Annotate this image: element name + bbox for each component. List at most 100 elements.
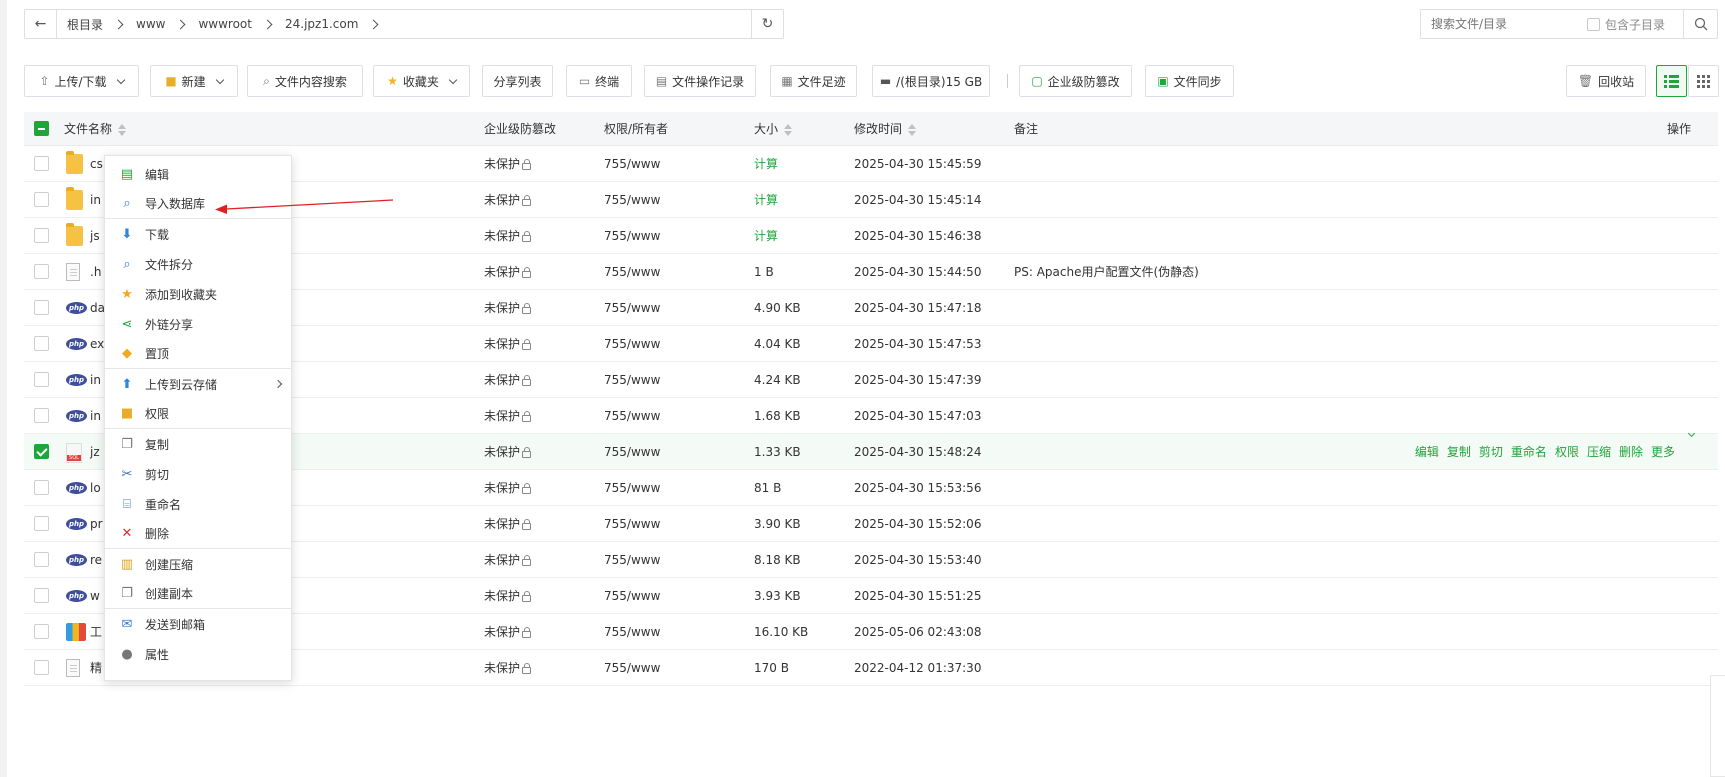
back-button[interactable]: ← [25, 10, 57, 38]
menu-item-0[interactable]: ▤ 编辑 [105, 159, 291, 189]
menu-item-2[interactable]: ⬇ 下载 [105, 219, 291, 249]
row-checkbox[interactable] [34, 588, 49, 603]
file-name[interactable]: in [90, 182, 101, 218]
list-view-button[interactable] [1656, 65, 1687, 97]
menu-item-13[interactable]: ▥ 创建压缩 [105, 549, 291, 579]
row-checkbox[interactable] [34, 228, 49, 243]
permission-owner[interactable]: 755/www [604, 434, 660, 470]
permission-owner[interactable]: 755/www [604, 506, 660, 542]
file-name[interactable]: 精 [90, 650, 102, 686]
menu-item-1[interactable]: ⌕ 导入数据库 [105, 189, 291, 219]
row-checkbox[interactable] [34, 192, 49, 207]
crumb-root[interactable]: 根目录 [67, 16, 103, 33]
row-action-1[interactable]: 复制 [1447, 434, 1471, 470]
menu-item-10[interactable]: ✂ 剪切 [105, 459, 291, 489]
permission-owner[interactable]: 755/www [604, 578, 660, 614]
menu-item-3[interactable]: ⌕ 文件拆分 [105, 249, 291, 279]
file-name[interactable]: cs [90, 146, 103, 182]
calc-size-link[interactable]: 计算 [754, 146, 778, 182]
tamper-status[interactable]: 未保护 [484, 254, 532, 290]
crumb-www[interactable]: www [136, 17, 165, 31]
menu-item-6[interactable]: ◆ 置顶 [105, 339, 291, 369]
permission-owner[interactable]: 755/www [604, 542, 660, 578]
col-name[interactable]: 文件名称 [64, 112, 127, 146]
content-search-button[interactable]: ⌕ 文件内容搜索 [247, 65, 363, 97]
row-action-2[interactable]: 剪切 [1479, 434, 1503, 470]
row-checkbox[interactable] [34, 408, 49, 423]
permission-owner[interactable]: 755/www [604, 146, 660, 182]
row-checkbox[interactable] [34, 660, 49, 675]
tamper-status[interactable]: 未保护 [484, 470, 532, 506]
menu-item-8[interactable]: ■ 权限 [105, 399, 291, 429]
op-log-button[interactable]: ▤ 文件操作记录 [644, 65, 756, 97]
recycle-bin-button[interactable]: 🗑 回收站 [1566, 65, 1646, 97]
row-action-6[interactable]: 删除 [1619, 434, 1643, 470]
menu-item-7[interactable]: ⬆ 上传到云存储 [105, 369, 291, 399]
permission-owner[interactable]: 755/www [604, 398, 660, 434]
menu-item-5[interactable]: ⋖ 外链分享 [105, 309, 291, 339]
file-name[interactable]: jz [90, 434, 100, 470]
calc-size-link[interactable]: 计算 [754, 218, 778, 254]
row-action-3[interactable]: 重命名 [1511, 434, 1547, 470]
grid-view-button[interactable] [1688, 65, 1719, 97]
file-name[interactable]: w [90, 578, 100, 614]
refresh-button[interactable]: ↻ [751, 10, 783, 38]
menu-item-16[interactable]: ● 属性 [105, 639, 291, 669]
tamper-button[interactable]: ▢ 企业级防篡改 [1019, 65, 1132, 97]
select-all-checkbox[interactable] [34, 121, 49, 136]
file-name[interactable]: in [90, 362, 101, 398]
tamper-status[interactable]: 未保护 [484, 578, 532, 614]
menu-item-4[interactable]: ★ 添加到收藏夹 [105, 279, 291, 309]
file-name[interactable]: 工 [90, 614, 102, 650]
file-name[interactable]: in [90, 398, 101, 434]
row-checkbox[interactable] [34, 624, 49, 639]
tamper-status[interactable]: 未保护 [484, 542, 532, 578]
permission-owner[interactable]: 755/www [604, 362, 660, 398]
terminal-button[interactable]: ▭ 终端 [566, 65, 632, 97]
menu-item-12[interactable]: ✕ 删除 [105, 519, 291, 549]
tamper-status[interactable]: 未保护 [484, 614, 532, 650]
file-name[interactable]: js [90, 218, 100, 254]
footprint-button[interactable]: ▦ 文件足迹 [770, 65, 857, 97]
permission-owner[interactable]: 755/www [604, 254, 660, 290]
share-list-button[interactable]: 分享列表 [482, 65, 553, 97]
disk-button[interactable]: ▬ /(根目录)15 GB [872, 65, 990, 97]
row-checkbox[interactable] [34, 372, 49, 387]
file-note[interactable]: PS: Apache用户配置文件(伪静态) [1014, 254, 1199, 290]
sync-button[interactable]: ▣ 文件同步 [1145, 65, 1234, 97]
permission-owner[interactable]: 755/www [604, 614, 660, 650]
tamper-status[interactable]: 未保护 [484, 290, 532, 326]
tamper-status[interactable]: 未保护 [484, 434, 532, 470]
file-name[interactable]: da [90, 290, 105, 326]
row-checkbox[interactable] [34, 156, 49, 171]
file-name[interactable]: lo [90, 470, 101, 506]
row-checkbox[interactable] [34, 552, 49, 567]
file-name[interactable]: .h [90, 254, 101, 290]
col-mtime[interactable]: 修改时间 [854, 112, 917, 146]
crumb-site[interactable]: 24.jpz1.com [285, 17, 358, 31]
favorites-button[interactable]: ★ 收藏夹 [373, 65, 470, 97]
row-checkbox[interactable] [34, 480, 49, 495]
search-input[interactable] [1421, 16, 1581, 32]
permission-owner[interactable]: 755/www [604, 182, 660, 218]
row-action-0[interactable]: 编辑 [1415, 434, 1439, 470]
tamper-status[interactable]: 未保护 [484, 326, 532, 362]
calc-size-link[interactable]: 计算 [754, 182, 778, 218]
new-button[interactable]: ■ 新建 [150, 65, 238, 97]
row-action-7[interactable]: 更多 [1651, 434, 1675, 470]
upload-download-button[interactable]: ⇧ 上传/下载 [24, 65, 139, 97]
row-checkbox[interactable] [34, 336, 49, 351]
include-subdir-checkbox[interactable]: 包含子目录 [1587, 16, 1665, 33]
tamper-status[interactable]: 未保护 [484, 506, 532, 542]
col-size[interactable]: 大小 [754, 112, 793, 146]
row-checkbox[interactable] [34, 264, 49, 279]
permission-owner[interactable]: 755/www [604, 470, 660, 506]
file-name[interactable]: re [90, 542, 102, 578]
tamper-status[interactable]: 未保护 [484, 650, 532, 686]
search-button[interactable] [1683, 10, 1717, 38]
row-action-4[interactable]: 权限 [1555, 434, 1579, 470]
menu-item-11[interactable]: ⌸ 重命名 [105, 489, 291, 519]
file-name[interactable]: pr [90, 506, 103, 542]
row-checkbox[interactable] [34, 300, 49, 315]
permission-owner[interactable]: 755/www [604, 290, 660, 326]
